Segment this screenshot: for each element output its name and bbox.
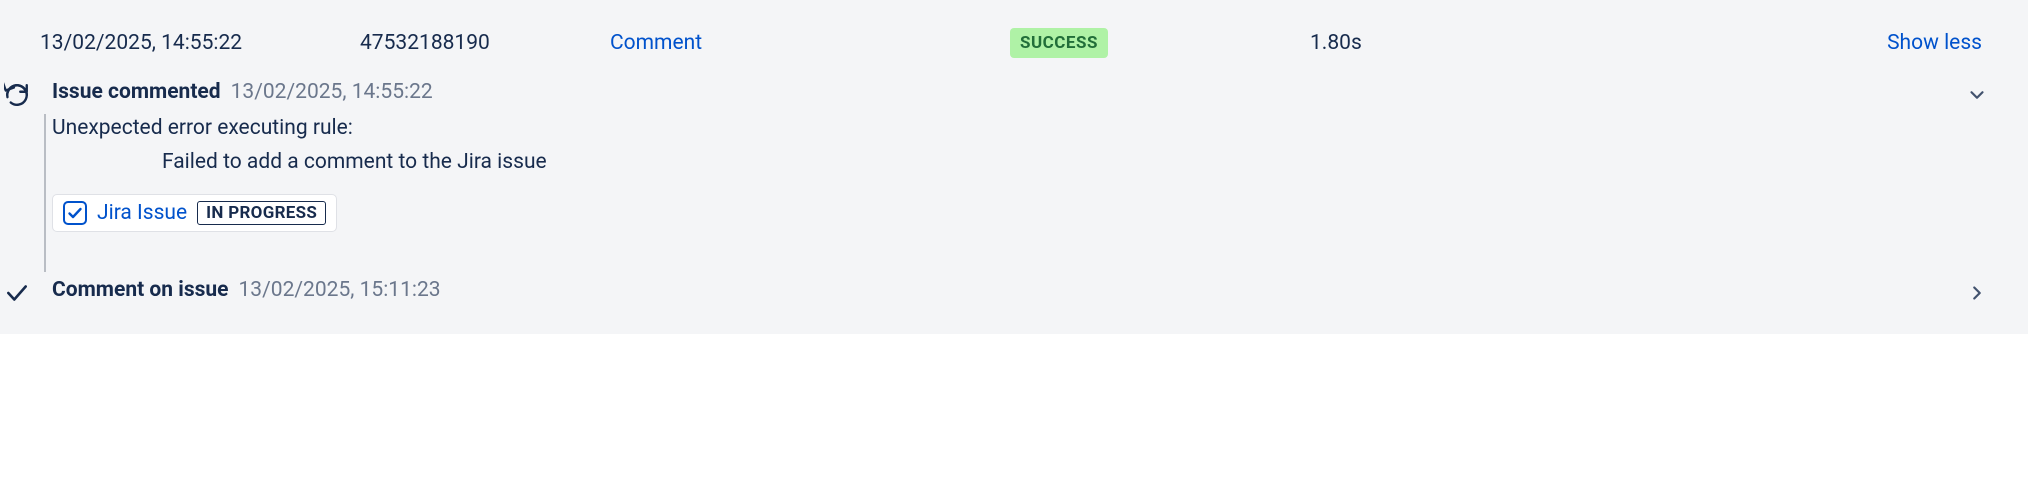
log-run-id: 47532188190	[360, 31, 610, 55]
issue-badge[interactable]: Jira Issue IN PROGRESS	[52, 194, 337, 232]
error-detail: Failed to add a comment to the Jira issu…	[52, 150, 1934, 174]
step-content: Issue commented 13/02/2025, 14:55:22 Une…	[52, 80, 1934, 232]
step-icon-col	[0, 80, 34, 108]
rule-name-cell: Comment	[610, 31, 1010, 55]
step-content: Comment on issue 13/02/2025, 15:11:23	[52, 278, 1934, 302]
task-icon	[63, 201, 87, 225]
issue-link[interactable]: Jira Issue	[97, 201, 187, 225]
refresh-icon	[4, 82, 30, 108]
issue-badge-row: Jira Issue IN PROGRESS	[52, 194, 1934, 232]
chevron-right-icon[interactable]	[1966, 282, 1988, 304]
step-header: Issue commented 13/02/2025, 14:55:22	[52, 80, 1934, 104]
step-timestamp: 13/02/2025, 14:55:22	[231, 80, 433, 104]
rule-link[interactable]: Comment	[610, 31, 702, 55]
issue-status-lozenge: IN PROGRESS	[197, 201, 326, 225]
log-duration: 1.80s	[1310, 31, 1470, 55]
step-chevron-col	[1952, 80, 1988, 106]
chevron-down-icon[interactable]	[1966, 84, 1988, 106]
status-badge: SUCCESS	[1010, 28, 1108, 58]
step-chevron-col	[1952, 278, 1988, 304]
step-title: Issue commented	[52, 80, 221, 104]
step-title: Comment on issue	[52, 278, 229, 302]
error-message: Unexpected error executing rule:	[52, 116, 1934, 140]
log-timestamp: 13/02/2025, 14:55:22	[40, 31, 360, 55]
step-timestamp: 13/02/2025, 15:11:23	[239, 278, 441, 302]
toggle-details-link[interactable]: Show less	[1887, 31, 1982, 55]
toggle-cell: Show less	[1470, 31, 1988, 55]
step-issue-commented[interactable]: Issue commented 13/02/2025, 14:55:22 Une…	[0, 80, 1988, 232]
log-row: 13/02/2025, 14:55:22 47532188190 Comment…	[0, 28, 2028, 80]
step-header: Comment on issue 13/02/2025, 15:11:23	[52, 278, 1934, 302]
check-icon	[4, 280, 30, 306]
step-icon-col	[0, 278, 34, 306]
log-details: Issue commented 13/02/2025, 14:55:22 Une…	[0, 80, 2028, 306]
audit-log-panel: 13/02/2025, 14:55:22 47532188190 Comment…	[0, 0, 2028, 334]
status-cell: SUCCESS	[1010, 28, 1310, 58]
step-comment-on-issue[interactable]: Comment on issue 13/02/2025, 15:11:23	[0, 278, 1988, 306]
